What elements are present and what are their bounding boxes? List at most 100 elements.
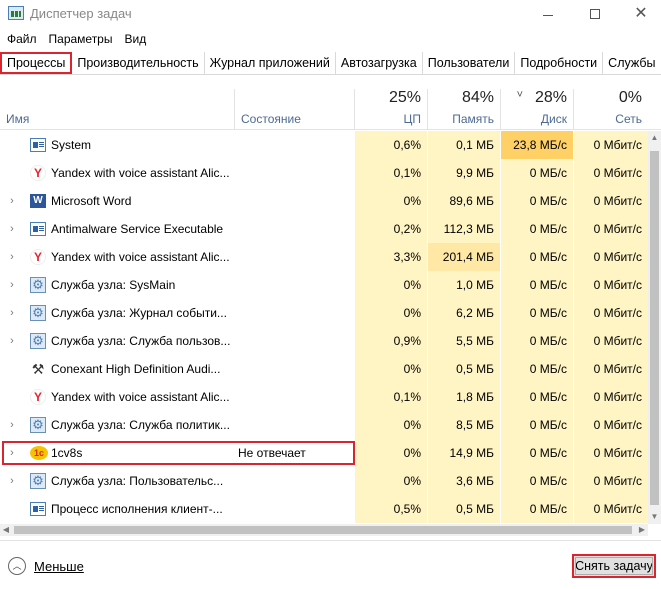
- close-button[interactable]: ✕: [618, 0, 661, 28]
- expand-chevron-icon[interactable]: ›: [6, 327, 18, 355]
- expand-chevron-icon[interactable]: ›: [6, 299, 18, 327]
- tab-users[interactable]: Пользователи: [423, 52, 516, 74]
- process-network: 0 Мбит/с: [574, 411, 648, 439]
- expand-chevron-icon[interactable]: ›: [6, 467, 18, 495]
- table-row[interactable]: › W Microsoft Word 0% 89,6 МБ 0 МБ/с 0 Мбит/с: [0, 187, 648, 215]
- hscroll-thumb[interactable]: [14, 526, 632, 534]
- scroll-left-icon[interactable]: ◀: [0, 524, 12, 536]
- process-disk: 0 МБ/с: [501, 495, 573, 523]
- process-memory: 201,4 МБ: [428, 243, 500, 271]
- table-row[interactable]: › ⚙ Служба узла: Служба пользов... 0,9% 5,5 …: [0, 327, 648, 355]
- menu-file[interactable]: Файл: [0, 30, 43, 48]
- process-name: Служба узла: Служба политик...: [51, 418, 230, 432]
- sort-chevron-icon: ˅: [516, 89, 523, 101]
- table-row[interactable]: System 0,6% 0,1 МБ 23,8 МБ/с 0 Мбит/с: [0, 131, 648, 159]
- process-memory: 1,0 МБ: [428, 271, 500, 299]
- column-network[interactable]: 0% Сеть: [573, 89, 648, 130]
- yandex-icon: Y: [30, 389, 46, 405]
- table-row[interactable]: ⚒ Conexant High Definition Audi... 0% 0,5 М…: [0, 355, 648, 383]
- process-status: [238, 495, 353, 523]
- menu-view[interactable]: Вид: [118, 30, 152, 48]
- table-row[interactable]: › ⚙ Служба узла: Пользовательс... 0% 3,6 МБ 0…: [0, 467, 648, 495]
- collapse-chevron-icon[interactable]: ︿: [8, 557, 26, 575]
- column-name-label: Имя: [6, 112, 30, 126]
- vertical-scrollbar[interactable]: ▲ ▼: [648, 131, 661, 524]
- process-memory: 8,5 МБ: [428, 411, 500, 439]
- fewer-details-link[interactable]: Меньше: [34, 559, 84, 574]
- column-name[interactable]: Имя: [0, 89, 234, 130]
- tab-app-history[interactable]: Журнал приложений: [205, 52, 336, 74]
- table-row[interactable]: › Antimalware Service Executable 0,2% 112,3…: [0, 215, 648, 243]
- process-status: [238, 187, 353, 215]
- process-name: Служба узла: SysMain: [51, 278, 176, 292]
- process-cpu: 0%: [355, 467, 427, 495]
- process-network: 0 Мбит/с: [574, 355, 648, 383]
- scroll-right-icon[interactable]: ▶: [636, 524, 648, 536]
- tab-services[interactable]: Службы: [603, 52, 661, 74]
- expand-chevron-icon[interactable]: ›: [6, 411, 18, 439]
- menu-bar: Файл Параметры Вид: [0, 30, 152, 48]
- gear-icon: ⚙: [30, 305, 46, 321]
- expand-chevron-icon[interactable]: ›: [6, 271, 18, 299]
- tab-performance[interactable]: Производительность: [72, 52, 205, 74]
- column-memory[interactable]: 84% Память: [427, 89, 500, 130]
- process-name: Yandex with voice assistant Alic...: [51, 250, 230, 264]
- table-row[interactable]: › ⚙ Служба узла: Служба политик... 0% 8,5 МБ…: [0, 411, 648, 439]
- horizontal-scrollbar[interactable]: ◀ ▶: [0, 524, 648, 536]
- process-cpu: 0,9%: [355, 327, 427, 355]
- column-network-label: Сеть: [615, 112, 642, 126]
- table-row[interactable]: › ⚙ Служба узла: SysMain 0% 1,0 МБ 0 МБ/с 0 Мб…: [0, 271, 648, 299]
- expand-chevron-icon[interactable]: ›: [6, 215, 18, 243]
- tab-details[interactable]: Подробности: [515, 52, 604, 74]
- process-disk: 0 МБ/с: [501, 187, 573, 215]
- process-network: 0 Мбит/с: [574, 439, 648, 467]
- gear-icon: ⚙: [30, 417, 46, 433]
- process-memory: 14,9 МБ: [428, 439, 500, 467]
- not-responding-highlight: [2, 441, 355, 465]
- table-row[interactable]: › ⚙ Служба узла: Журнал событи... 0% 6,2 МБ 0…: [0, 299, 648, 327]
- menu-options[interactable]: Параметры: [43, 30, 119, 48]
- column-status[interactable]: Состояние: [234, 89, 354, 130]
- system-icon: [30, 138, 46, 152]
- process-network: 0 Мбит/с: [574, 131, 648, 159]
- process-status: [238, 243, 353, 271]
- process-cpu: 0,2%: [355, 215, 427, 243]
- process-status: [238, 159, 353, 187]
- disk-total: 28%: [534, 89, 567, 106]
- end-task-button[interactable]: Снять задачу: [572, 554, 656, 578]
- process-memory: 0,1 МБ: [428, 131, 500, 159]
- tab-processes[interactable]: Процессы: [0, 52, 73, 74]
- column-disk[interactable]: ˅ 28% Диск: [500, 89, 573, 130]
- process-status: [238, 355, 353, 383]
- process-cpu: 0,5%: [355, 495, 427, 523]
- gear-icon: ⚙: [30, 473, 46, 489]
- table-row[interactable]: Процесс исполнения клиент-... 0,5% 0,5 МБ 0…: [0, 495, 648, 523]
- scroll-down-icon[interactable]: ▼: [648, 510, 661, 524]
- process-name: Microsoft Word: [51, 194, 132, 208]
- process-name: Conexant High Definition Audi...: [51, 362, 221, 376]
- process-cpu: 0%: [355, 439, 427, 467]
- window-title: Диспетчер задач: [30, 6, 132, 21]
- column-cpu-label: ЦП: [403, 112, 421, 126]
- column-status-label: Состояние: [241, 112, 301, 126]
- table-row[interactable]: Y Yandex with voice assistant Alic... 0,1%…: [0, 383, 648, 411]
- expand-chevron-icon[interactable]: ›: [6, 187, 18, 215]
- word-icon: W: [30, 194, 46, 208]
- process-name: Yandex with voice assistant Alic...: [51, 390, 230, 404]
- tab-startup[interactable]: Автозагрузка: [336, 52, 423, 74]
- table-row[interactable]: › Y Yandex with voice assistant Alic... 3,3…: [0, 243, 648, 271]
- tab-bar: Процессы Производительность Журнал прило…: [0, 52, 661, 75]
- process-network: 0 Мбит/с: [574, 383, 648, 411]
- table-row[interactable]: Y Yandex with voice assistant Alic... 0,1%…: [0, 159, 648, 187]
- tools-icon: ⚒: [31, 362, 45, 376]
- maximize-button[interactable]: [572, 0, 618, 28]
- title-bar[interactable]: Диспетчер задач ✕: [0, 0, 661, 28]
- process-disk: 0 МБ/с: [501, 355, 573, 383]
- scroll-up-icon[interactable]: ▲: [648, 131, 661, 145]
- scroll-thumb[interactable]: [650, 151, 659, 505]
- column-cpu[interactable]: 25% ЦП: [354, 89, 427, 130]
- process-cpu: 0,1%: [355, 159, 427, 187]
- expand-chevron-icon[interactable]: ›: [6, 243, 18, 271]
- minimize-button[interactable]: [525, 0, 571, 28]
- process-memory: 0,5 МБ: [428, 355, 500, 383]
